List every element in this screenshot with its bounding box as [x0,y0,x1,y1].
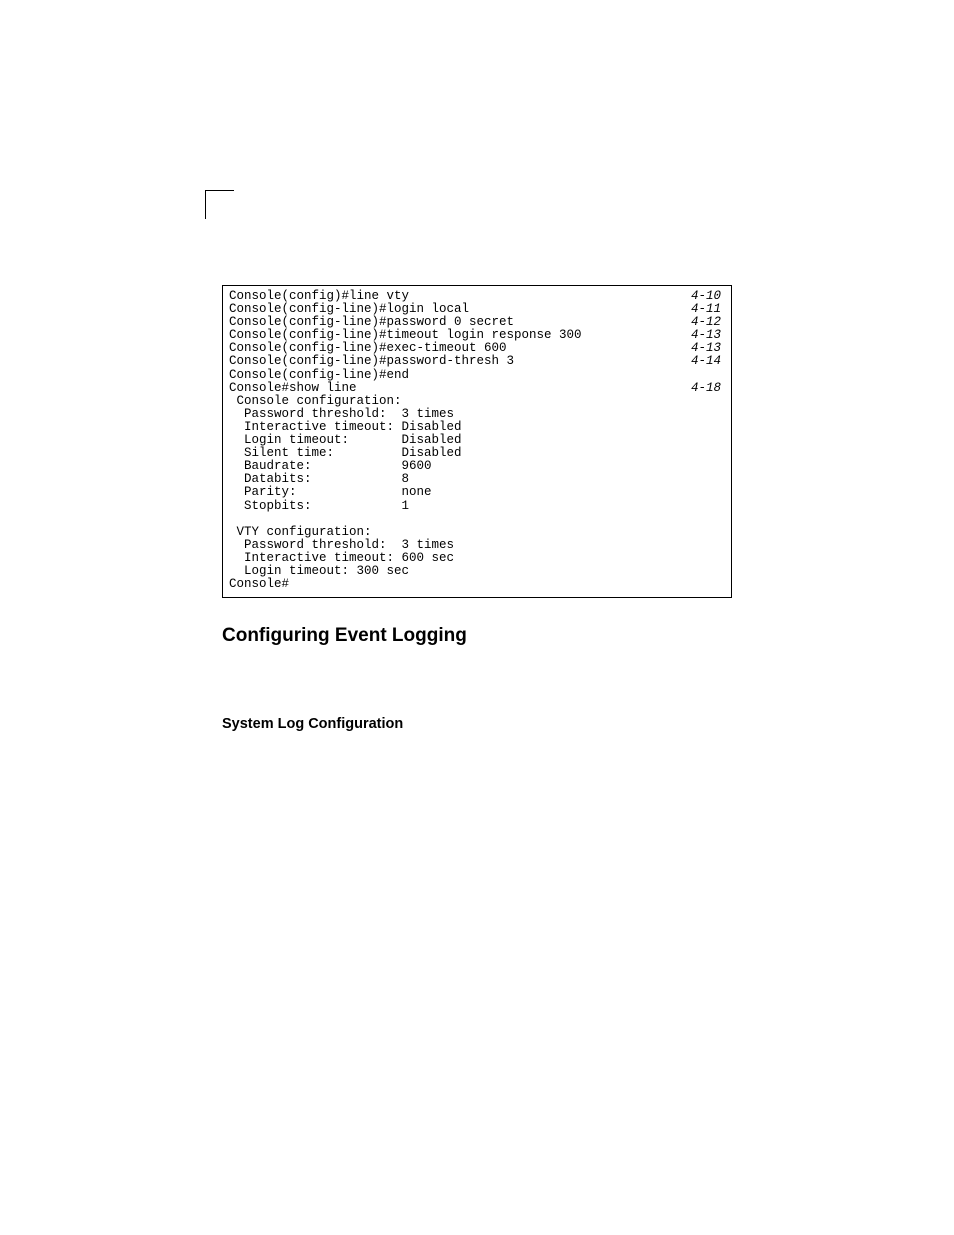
terminal-line: Console(config-line)#password-thresh 3 4-… [229,355,725,368]
terminal-line: Password threshold: 3 times [229,539,725,552]
terminal-command-text: VTY configuration: [229,526,372,539]
terminal-command-text [229,513,237,526]
terminal-line: Login timeout: 300 sec [229,565,725,578]
terminal-command-text: Console(config-line)#password-thresh 3 [229,355,514,368]
page-reference: 4-18 [691,382,725,395]
terminal-command-text: Console# [229,578,289,591]
terminal-command-text: Stopbits: 1 [229,500,409,513]
terminal-line: Stopbits: 1 [229,500,725,513]
terminal-command-text: Interactive timeout: 600 sec [229,552,454,565]
terminal-line: VTY configuration: [229,526,725,539]
terminal-command-text: Console#show line [229,382,357,395]
terminal-line: Console configuration: [229,395,725,408]
terminal-line: Console(config-line)#end [229,369,725,382]
terminal-line: Console# [229,578,725,591]
crop-mark [205,190,234,219]
terminal-line: Password threshold: 3 times [229,408,725,421]
terminal-line [229,513,725,526]
section-heading: Configuring Event Logging [222,625,467,647]
terminal-line: Console#show line 4-18 [229,382,725,395]
terminal-command-text: Password threshold: 3 times [229,539,454,552]
terminal-command-text: Password threshold: 3 times [229,408,454,421]
terminal-line: Interactive timeout: 600 sec [229,552,725,565]
subsection-heading: System Log Configuration [222,716,403,732]
terminal-line: Parity: none [229,486,725,499]
terminal-command-text: Parity: none [229,486,432,499]
page-reference: 4-14 [691,355,725,368]
terminal-output-box: Console(config)#line vty4-10Console(conf… [222,285,732,598]
terminal-command-text: Console configuration: [229,395,402,408]
terminal-command-text: Console(config-line)#end [229,369,409,382]
